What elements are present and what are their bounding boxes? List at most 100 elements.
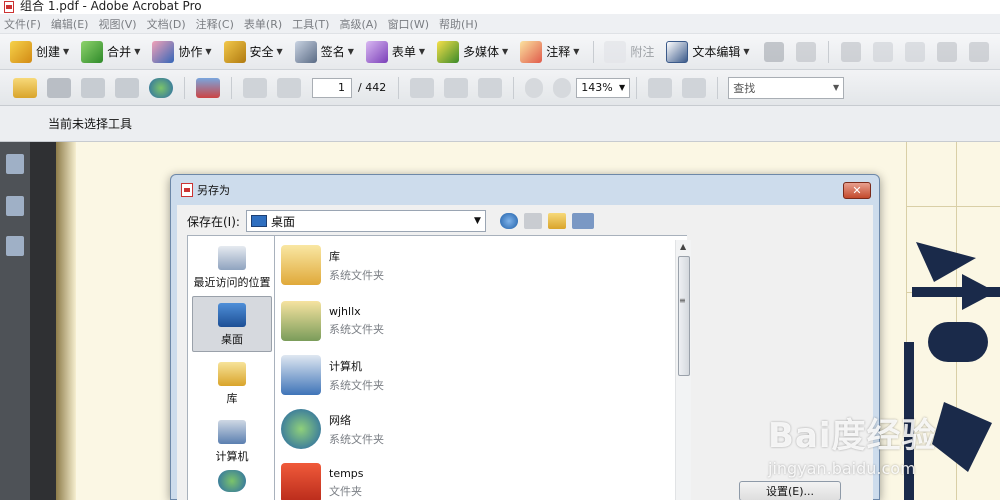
- scrollbar-thumb[interactable]: [678, 256, 690, 376]
- tool-status-text: 当前未选择工具: [48, 117, 133, 131]
- library-icon: [218, 362, 246, 386]
- close-button[interactable]: ✕: [843, 182, 871, 199]
- pen-icon: [294, 40, 317, 63]
- list-item[interactable]: 计算机 系统文件夹: [281, 350, 661, 400]
- diagram-arrow: [916, 242, 976, 282]
- diagram-arrow: [932, 402, 992, 472]
- new-folder-icon[interactable]: [547, 213, 566, 229]
- tool-status-bar: 当前未选择工具: [0, 106, 1000, 142]
- stamp-icon[interactable]: [763, 41, 784, 62]
- location-dropdown[interactable]: 桌面 ▼: [245, 210, 486, 232]
- secure-button[interactable]: 安全 ▼: [220, 38, 287, 66]
- pages-panel-icon[interactable]: [6, 154, 24, 174]
- create-icon: [10, 40, 32, 63]
- folder-nav-buttons: [499, 213, 600, 229]
- menu-bar: 文件(F) 编辑(E) 视图(V) 文档(D) 注释(C) 表单(R) 工具(T…: [0, 14, 1000, 34]
- toolbar-divider: [636, 76, 638, 99]
- menu-forms[interactable]: 表单(R): [240, 16, 288, 32]
- computer-icon: [218, 420, 246, 444]
- signatures-panel-icon[interactable]: [6, 236, 24, 256]
- list-item[interactable]: 网络 系统文件夹: [281, 404, 661, 454]
- bookmarks-panel-icon[interactable]: [6, 196, 24, 216]
- menu-comments[interactable]: 注释(C): [192, 16, 240, 32]
- place-network[interactable]: [192, 470, 272, 500]
- menu-document[interactable]: 文档(D): [143, 16, 192, 32]
- print-icon[interactable]: [47, 77, 71, 98]
- chevron-down-icon: ▼: [474, 216, 481, 226]
- desktop-icon: [218, 303, 246, 327]
- hand-tool-icon[interactable]: [444, 77, 469, 98]
- temps-folder-icon: [281, 463, 321, 500]
- comment-button[interactable]: 注释 ▼: [516, 38, 583, 66]
- zoom-tool-icon[interactable]: [478, 77, 503, 98]
- view-menu-icon[interactable]: [571, 213, 594, 229]
- arrow-icon[interactable]: [936, 41, 957, 62]
- chevron-down-icon: ▼: [347, 47, 354, 56]
- chevron-down-icon: ▼: [743, 47, 750, 56]
- place-computer[interactable]: 计算机: [192, 412, 272, 468]
- toolbar-divider: [593, 40, 595, 63]
- zoom-out-icon[interactable]: [525, 77, 544, 98]
- text-box-icon[interactable]: [795, 41, 816, 62]
- menu-advanced[interactable]: 高级(A): [335, 16, 383, 32]
- zoom-in-icon[interactable]: [553, 77, 572, 98]
- pencil-icon[interactable]: [968, 41, 989, 62]
- previous-page-icon[interactable]: [243, 77, 267, 98]
- page-number-input[interactable]: 1: [312, 77, 352, 98]
- place-library[interactable]: 库: [192, 354, 272, 410]
- fit-page-icon[interactable]: [648, 77, 673, 98]
- open-folder-icon[interactable]: [13, 77, 37, 98]
- dialog-title-bar[interactable]: 另存为: [171, 175, 879, 205]
- email-icon[interactable]: [115, 77, 139, 98]
- multimedia-button[interactable]: 多媒体 ▼: [433, 38, 512, 66]
- next-page-icon[interactable]: [277, 77, 301, 98]
- sign-button[interactable]: 签名 ▼: [291, 38, 358, 66]
- combine-button[interactable]: 合并 ▼: [77, 38, 144, 66]
- toolbar-divider: [513, 76, 515, 99]
- save-icon[interactable]: [81, 77, 105, 98]
- user-folder-icon: [281, 301, 321, 341]
- highlight-icon[interactable]: [840, 41, 861, 62]
- find-input[interactable]: 查找 ▼: [728, 76, 845, 99]
- security-settings-icon[interactable]: [196, 77, 220, 98]
- create-button[interactable]: 创建 ▼: [6, 38, 73, 66]
- network-globe-icon: [281, 409, 321, 449]
- task-toolbar: 创建 ▼ 合并 ▼ 协作 ▼ 安全 ▼ 签名 ▼ 表单 ▼ 多媒体 ▼ 注释 ▼ 附注 文本编辑…: [0, 34, 1000, 70]
- select-cursor-icon[interactable]: [410, 77, 435, 98]
- list-item[interactable]: temps 文件夹: [281, 458, 661, 500]
- pdf-file-icon: [181, 183, 193, 197]
- settings-button[interactable]: 设置(E)...: [739, 481, 841, 500]
- oval-icon[interactable]: [904, 41, 925, 62]
- pdf-file-icon: [4, 1, 14, 13]
- forms-button[interactable]: 表单 ▼: [362, 38, 429, 66]
- back-icon[interactable]: [499, 213, 518, 229]
- recent-places-icon: [218, 246, 246, 270]
- menu-file[interactable]: 文件(F): [0, 16, 47, 32]
- menu-help[interactable]: 帮助(H): [435, 16, 484, 32]
- attach-note-button[interactable]: 附注: [600, 38, 658, 66]
- chevron-down-icon: ▼: [134, 47, 141, 56]
- place-recent[interactable]: 最近访问的位置: [192, 238, 272, 294]
- file-list-scrollbar[interactable]: ▲ ≡: [675, 240, 691, 500]
- dialog-title: 另存为: [197, 184, 230, 197]
- menu-tools[interactable]: 工具(T): [288, 16, 335, 32]
- zoom-level-select[interactable]: 143% ▼: [576, 77, 631, 98]
- scroll-up-icon[interactable]: ▲: [680, 242, 686, 251]
- menu-window[interactable]: 窗口(W): [384, 16, 435, 32]
- window-title: 组合 1.pdf - Adobe Acrobat Pro: [20, 0, 202, 13]
- strikethrough-icon[interactable]: [872, 41, 893, 62]
- toolbar-divider: [184, 76, 185, 99]
- full-screen-icon[interactable]: [682, 77, 707, 98]
- text-edit-button[interactable]: 文本编辑 ▼: [662, 38, 753, 66]
- list-item[interactable]: wjhllx 系统文件夹: [281, 296, 661, 346]
- list-item[interactable]: 库 系统文件夹: [281, 240, 661, 290]
- file-toolbar: 1 / 442 143% ▼ 查找 ▼: [0, 70, 1000, 106]
- menu-view[interactable]: 视图(V): [94, 16, 142, 32]
- web-globe-icon[interactable]: [149, 77, 173, 98]
- up-folder-icon[interactable]: [523, 213, 542, 229]
- menu-edit[interactable]: 编辑(E): [47, 16, 95, 32]
- places-bar: 最近访问的位置 桌面 库 计算机: [187, 235, 275, 500]
- place-desktop[interactable]: 桌面: [192, 296, 272, 352]
- collaborate-button[interactable]: 协作 ▼: [148, 38, 215, 66]
- window-title-bar: 组合 1.pdf - Adobe Acrobat Pro: [0, 0, 1000, 14]
